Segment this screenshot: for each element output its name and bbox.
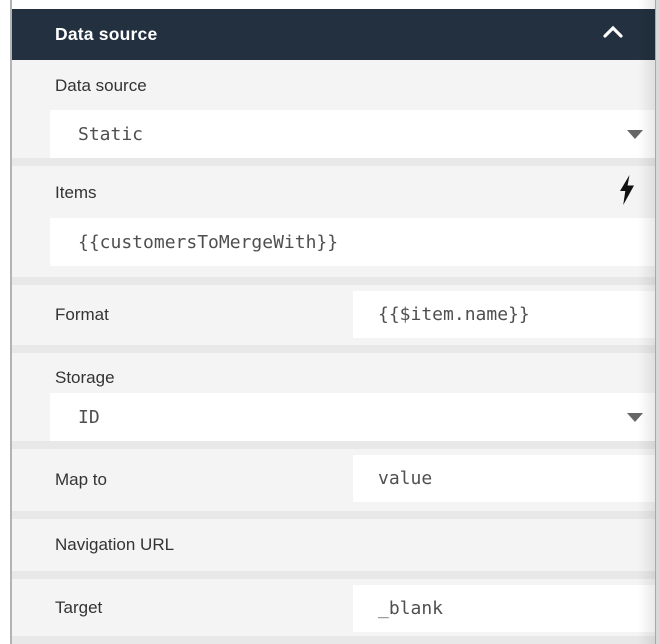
storage-select-value: ID: [78, 406, 100, 428]
map-to-input[interactable]: value: [353, 455, 655, 502]
dropdown-arrow-icon: [627, 413, 643, 422]
storage-select[interactable]: ID: [50, 393, 655, 441]
items-input[interactable]: {{customersToMergeWith}}: [50, 218, 655, 266]
target-input[interactable]: _blank: [353, 585, 655, 632]
lightning-bolt-icon[interactable]: [619, 175, 635, 205]
panel-title: Data source: [55, 24, 158, 44]
left-gutter: [0, 0, 10, 644]
field-data-source: Data source Static: [12, 60, 660, 158]
separator: [12, 277, 660, 285]
data-source-select-value: Static: [78, 123, 144, 145]
target-input-value: _blank: [378, 598, 444, 619]
dropdown-arrow-icon: [627, 130, 643, 139]
field-target: Target _blank: [12, 579, 660, 636]
navigation-url-label: Navigation URL: [55, 535, 175, 554]
format-input[interactable]: {{$item.name}}: [353, 291, 655, 338]
chevron-up-icon[interactable]: [603, 23, 623, 43]
format-label: Format: [55, 305, 109, 324]
field-map-to: Map to value: [12, 449, 660, 511]
data-source-select[interactable]: Static: [50, 110, 655, 158]
field-navigation-url: Navigation URL: [12, 519, 660, 571]
target-label: Target: [55, 597, 103, 617]
separator: [12, 345, 660, 353]
top-spacer: [12, 0, 660, 9]
field-items: Items {{customersToMergeWith}}: [12, 166, 660, 277]
map-to-input-value: value: [378, 468, 433, 489]
separator: [12, 441, 660, 449]
panel-section-header[interactable]: Data source: [12, 9, 660, 60]
data-source-properties-panel: Data source Data source Static Items {{c…: [12, 0, 660, 644]
separator: [12, 511, 660, 519]
field-storage: Storage ID: [12, 353, 660, 441]
scrollbar-track[interactable]: [655, 0, 660, 644]
field-format: Format {{$item.name}}: [12, 285, 660, 345]
items-label: Items: [55, 183, 97, 202]
separator: [12, 571, 660, 579]
separator: [12, 158, 660, 166]
format-input-value: {{$item.name}}: [378, 304, 530, 325]
storage-label: Storage: [55, 368, 115, 387]
separator: [12, 636, 660, 644]
items-input-value: {{customersToMergeWith}}: [78, 231, 339, 253]
map-to-label: Map to: [55, 470, 107, 489]
data-source-label: Data source: [55, 76, 147, 95]
